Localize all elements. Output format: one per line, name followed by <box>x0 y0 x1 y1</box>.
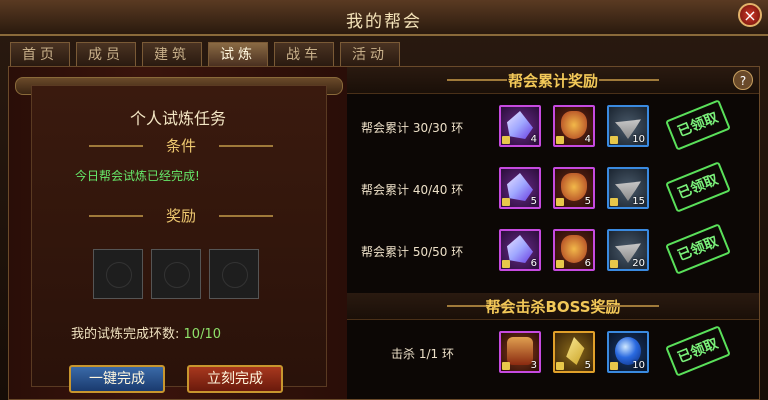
personal-trial-panel: 个人试炼任务 条件 今日帮会试炼已经完成! 奖励 我的试炼完成环数: 10/10… <box>9 67 347 399</box>
crystal-item-icon[interactable]: 5 <box>499 167 541 209</box>
condition-header: 条件 <box>81 135 281 157</box>
crystal-item-icon[interactable]: 4 <box>499 105 541 147</box>
guild-rewards-panel: 帮会累计奖励 ? 帮会累计 30/30 环 4 4 10 已领取 帮会累计 40… <box>347 67 759 399</box>
cumulative-reward-title: 帮会累计奖励 <box>507 72 598 90</box>
lock-icon <box>502 260 510 268</box>
claimed-stamp: 已领取 <box>665 99 731 151</box>
tab-members[interactable]: 成员 <box>76 42 136 66</box>
lock-icon <box>610 198 618 206</box>
mask-item-icon[interactable]: 5 <box>553 167 595 209</box>
item-count: 6 <box>530 258 537 269</box>
crystal-item-icon[interactable]: 6 <box>499 229 541 271</box>
reward-row: 帮会累计 30/30 环 4 4 10 已领取 <box>347 95 759 157</box>
window-title: 我的帮会 <box>346 12 422 32</box>
item-count: 3 <box>530 360 537 371</box>
claimed-stamp: 已领取 <box>665 161 731 213</box>
progress-value: 10/10 <box>183 327 221 342</box>
item-count: 5 <box>530 196 537 207</box>
reward-row: 击杀 1/1 环 3 5 10 已领取 <box>347 321 759 383</box>
reward-row: 帮会累计 50/50 环 6 6 20 已领取 <box>347 219 759 281</box>
item-count: 4 <box>530 134 537 145</box>
lock-icon <box>556 136 564 144</box>
item-count: 5 <box>584 360 591 371</box>
row-label: 帮会累计 30/30 环 <box>361 121 464 135</box>
lock-icon <box>556 198 564 206</box>
help-icon[interactable]: ? <box>733 70 753 90</box>
item-count: 10 <box>632 134 645 145</box>
helmet-item-icon[interactable]: 20 <box>607 229 649 271</box>
row-label: 帮会累计 50/50 环 <box>361 245 464 259</box>
row-label: 击杀 1/1 环 <box>391 347 454 361</box>
helmet-item-icon[interactable]: 10 <box>607 105 649 147</box>
reward-header: 奖励 <box>81 205 281 227</box>
tab-home[interactable]: 首页 <box>10 42 70 66</box>
boss-reward-header: 帮会击杀BOSS奖励 <box>347 293 759 320</box>
lock-icon <box>502 136 510 144</box>
claimed-stamp: 已领取 <box>665 223 731 275</box>
progress-label: 我的试炼完成环数: <box>71 327 180 342</box>
item-count: 5 <box>584 196 591 207</box>
tab-buildings[interactable]: 建筑 <box>142 42 202 66</box>
reward-slot[interactable] <box>209 249 259 299</box>
lock-icon <box>556 362 564 370</box>
shield-item-icon[interactable]: 3 <box>499 331 541 373</box>
content-panel: 个人试炼任务 条件 今日帮会试炼已经完成! 奖励 我的试炼完成环数: 10/10… <box>8 66 760 400</box>
row-label: 帮会累计 40/40 环 <box>361 183 464 197</box>
task-title: 个人试炼任务 <box>129 109 226 128</box>
trial-progress: 我的试炼完成环数: 10/10 <box>71 323 221 342</box>
claimed-stamp: 已领取 <box>665 325 731 377</box>
lock-icon <box>556 260 564 268</box>
item-count: 6 <box>584 258 591 269</box>
tab-events[interactable]: 活动 <box>340 42 400 66</box>
orb-item-icon[interactable]: 10 <box>607 331 649 373</box>
reward-row: 帮会累计 40/40 环 5 5 15 已领取 <box>347 157 759 219</box>
item-count: 10 <box>632 360 645 371</box>
lock-icon <box>502 198 510 206</box>
item-count: 15 <box>632 196 645 207</box>
item-count: 20 <box>632 258 645 269</box>
instant-complete-button[interactable]: 一键完成 <box>69 365 165 393</box>
title-bar: 我的帮会 × <box>0 0 768 36</box>
guild-window: 我的帮会 × 首页 成员 建筑 试炼 战车 活动 个人试炼任务 条件 今日帮会试… <box>0 0 768 400</box>
item-count: 4 <box>584 134 591 145</box>
tab-trial[interactable]: 试炼 <box>208 42 268 66</box>
lock-icon <box>610 260 618 268</box>
boss-reward-title: 帮会击杀BOSS奖励 <box>485 298 621 316</box>
tab-chariot[interactable]: 战车 <box>274 42 334 66</box>
close-icon[interactable]: × <box>738 3 762 27</box>
mask-item-icon[interactable]: 6 <box>553 229 595 271</box>
reward-slot[interactable] <box>151 249 201 299</box>
cumulative-reward-header: 帮会累计奖励 ? <box>347 67 759 94</box>
lock-icon <box>502 362 510 370</box>
reward-slot[interactable] <box>93 249 143 299</box>
helmet-item-icon[interactable]: 15 <box>607 167 649 209</box>
gem-item-icon[interactable]: 5 <box>553 331 595 373</box>
lock-icon <box>610 136 618 144</box>
mask-item-icon[interactable]: 4 <box>553 105 595 147</box>
condition-text: 今日帮会试炼已经完成! <box>75 169 200 183</box>
lock-icon <box>610 362 618 370</box>
complete-now-button[interactable]: 立刻完成 <box>187 365 283 393</box>
